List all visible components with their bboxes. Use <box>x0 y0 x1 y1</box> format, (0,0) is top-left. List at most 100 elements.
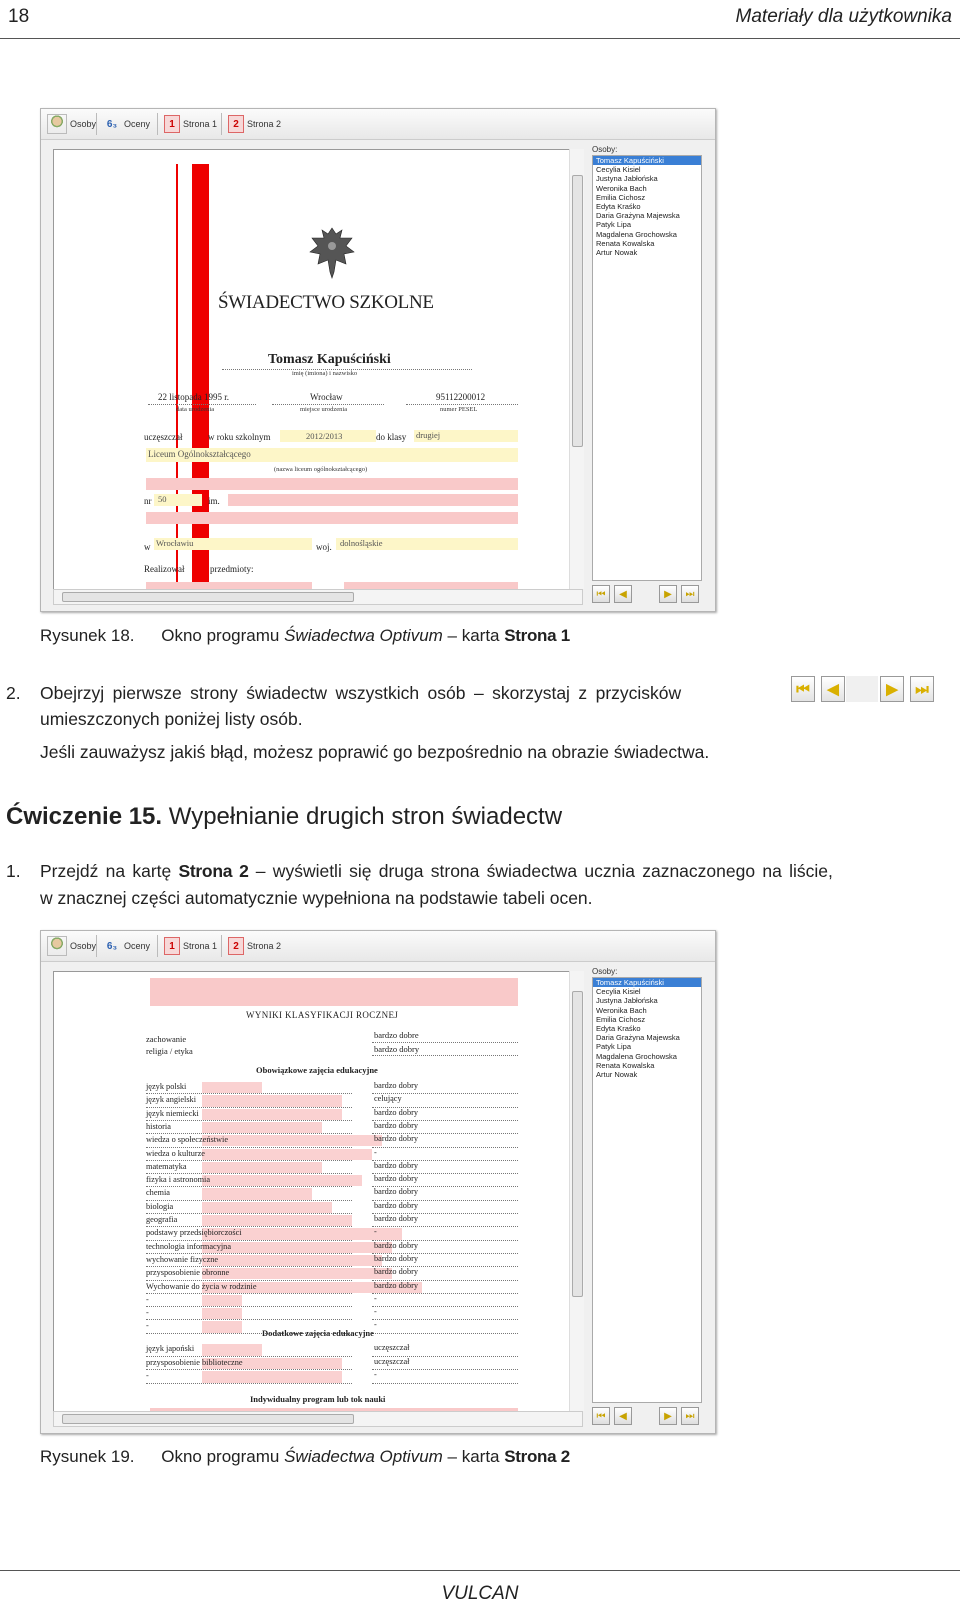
horizontal-scrollbar[interactable] <box>53 589 583 605</box>
pesel-value[interactable]: 95112200012 <box>436 392 485 402</box>
grade-line <box>372 1055 518 1056</box>
behavior-grade[interactable]: bardzo dobre <box>374 1030 419 1040</box>
grade-value[interactable]: - <box>374 1307 377 1316</box>
birth-date[interactable]: 22 listopada 1995 r. <box>158 392 229 402</box>
list-item[interactable]: Artur Nowak <box>593 248 701 257</box>
scroll-thumb[interactable] <box>572 175 583 447</box>
grade-value[interactable]: bardzo dobry <box>374 1201 418 1210</box>
vertical-scrollbar[interactable] <box>569 971 584 1411</box>
subject-name: przysposobienie obronne <box>146 1268 230 1278</box>
birth-place-caption: miejsce urodzenia <box>300 406 348 413</box>
previous-person-button[interactable]: ◀ <box>614 1407 632 1425</box>
list-item[interactable]: Emilia Cichosz <box>593 193 701 202</box>
grade-value[interactable]: bardzo dobry <box>374 1267 418 1276</box>
list-item[interactable]: Weronika Bach <box>593 184 701 193</box>
subject-highlight <box>202 1095 342 1107</box>
student-name[interactable]: Tomasz Kapuściński <box>268 352 391 368</box>
list-item[interactable]: Tomasz Kapuściński <box>593 978 701 988</box>
list-item[interactable]: Justyna Jabłońska <box>593 174 701 183</box>
grade-value[interactable]: bardzo dobry <box>374 1108 418 1117</box>
list-item[interactable]: Tomasz Kapuściński <box>593 156 701 166</box>
list-item[interactable]: Renata Kowalska <box>593 1061 701 1070</box>
grade-value[interactable]: - <box>374 1294 377 1303</box>
person-icon <box>47 114 67 134</box>
tab-osoby[interactable]: Osoby <box>47 112 96 136</box>
next-person-button[interactable]: ▶ <box>659 585 677 603</box>
first-person-button[interactable]: ⏮ <box>592 585 610 603</box>
grade-value[interactable]: bardzo dobry <box>374 1174 418 1183</box>
grade-value[interactable]: bardzo dobry <box>374 1121 418 1130</box>
grade-value[interactable]: bardzo dobry <box>374 1214 418 1223</box>
page-2-icon: 2 <box>228 937 244 955</box>
grade-value[interactable]: - <box>374 1370 377 1379</box>
subject-name: technologia informacyjna <box>146 1241 232 1251</box>
list-item[interactable]: Edyta Kraśko <box>593 1024 701 1033</box>
name-caption: imię (imiona) i nazwisko <box>292 370 358 377</box>
list-item[interactable]: Magdalena Grochowska <box>593 230 701 239</box>
tab-oceny[interactable]: 6₃ Oceny <box>103 112 150 136</box>
tab-oceny[interactable]: 6₃ Oceny <box>103 934 150 958</box>
scroll-thumb[interactable] <box>62 592 354 602</box>
grade-value[interactable]: bardzo dobry <box>374 1081 418 1090</box>
step2-line2: umieszczonych poniżej listy osób. <box>40 709 303 729</box>
list-item[interactable]: Daria Grażyna Majewska <box>593 1033 701 1042</box>
grade-value[interactable]: bardzo dobry <box>374 1161 418 1170</box>
individual-program-label: Indywidualny program lub tok nauki <box>250 1394 386 1404</box>
scroll-thumb[interactable] <box>572 991 583 1297</box>
list-item[interactable]: Patyk Lipa <box>593 1042 701 1051</box>
grade-value[interactable]: - <box>374 1148 377 1157</box>
patron-bar[interactable] <box>228 494 518 506</box>
subject-name: - <box>146 1371 149 1380</box>
subject-line <box>146 1382 352 1384</box>
list-item[interactable]: Renata Kowalska <box>593 239 701 248</box>
grade-value[interactable]: bardzo dobry <box>374 1281 418 1290</box>
tab-strona-1[interactable]: 1 Strona 1 <box>164 934 217 958</box>
birth-place[interactable]: Wrocław <box>310 392 343 402</box>
grade-value[interactable]: bardzo dobry <box>374 1241 418 1250</box>
nr-value: 50 <box>158 494 167 504</box>
list-item[interactable]: Daria Grażyna Majewska <box>593 211 701 220</box>
list-item[interactable]: Edyta Kraśko <box>593 202 701 211</box>
grade-value[interactable]: - <box>374 1320 377 1329</box>
previous-person-button[interactable]: ◀ <box>614 585 632 603</box>
certificate-page-2[interactable]: WYNIKI KLASYFIKACJI ROCZNEJ zachowanie b… <box>53 971 570 1413</box>
grade-value[interactable]: uczęszczał <box>374 1357 409 1366</box>
tab-osoby[interactable]: Osoby <box>47 934 96 958</box>
vertical-scrollbar[interactable] <box>569 149 584 589</box>
grade-value[interactable]: - <box>374 1227 377 1236</box>
list-item[interactable]: Artur Nowak <box>593 1070 701 1079</box>
tab-strona-2[interactable]: 2 Strona 2 <box>228 934 281 958</box>
grade-value[interactable]: bardzo dobry <box>374 1187 418 1196</box>
grade-value[interactable]: bardzo dobry <box>374 1134 418 1143</box>
city-value: Wrocławiu <box>156 538 194 548</box>
list-item[interactable]: Magdalena Grochowska <box>593 1052 701 1061</box>
horizontal-scrollbar[interactable] <box>53 1411 583 1427</box>
grade-value[interactable]: celujący <box>374 1094 402 1103</box>
last-person-button[interactable]: ⏭ <box>681 585 699 603</box>
certificate-page-1[interactable]: ŚWIADECTWO SZKOLNE Tomasz Kapuściński im… <box>53 149 570 599</box>
list-item[interactable]: Justyna Jabłońska <box>593 996 701 1005</box>
caption-text: Okno programu <box>161 626 285 645</box>
list-item[interactable]: Patyk Lipa <box>593 220 701 229</box>
subject-line <box>146 1199 352 1201</box>
class-label: do klasy <box>376 432 407 442</box>
last-person-button[interactable]: ⏭ <box>681 1407 699 1425</box>
religion-grade[interactable]: bardzo dobry <box>374 1044 419 1054</box>
tab-strona-2[interactable]: 2 Strona 2 <box>228 112 281 136</box>
persons-label: Osoby: <box>592 967 618 976</box>
grade-value[interactable]: bardzo dobry <box>374 1254 418 1263</box>
next-person-button[interactable]: ▶ <box>659 1407 677 1425</box>
subject-name: Wychowanie do życia w rodzinie <box>146 1281 257 1291</box>
woj-value: dolnośląskie <box>340 538 383 548</box>
subject-line <box>146 1173 352 1175</box>
grade-value[interactable]: uczęszczał <box>374 1343 409 1352</box>
scroll-thumb[interactable] <box>62 1414 354 1424</box>
tab-strona-1[interactable]: 1 Strona 1 <box>164 112 217 136</box>
persons-list[interactable]: Tomasz Kapuściński Cecylia Kisiel Justyn… <box>592 977 702 1403</box>
persons-list[interactable]: Tomasz Kapuściński Cecylia Kisiel Justyn… <box>592 155 702 581</box>
list-item[interactable]: Emilia Cichosz <box>593 1015 701 1024</box>
first-person-button[interactable]: ⏮ <box>592 1407 610 1425</box>
list-item[interactable]: Cecylia Kisiel <box>593 165 701 174</box>
list-item[interactable]: Weronika Bach <box>593 1006 701 1015</box>
list-item[interactable]: Cecylia Kisiel <box>593 987 701 996</box>
